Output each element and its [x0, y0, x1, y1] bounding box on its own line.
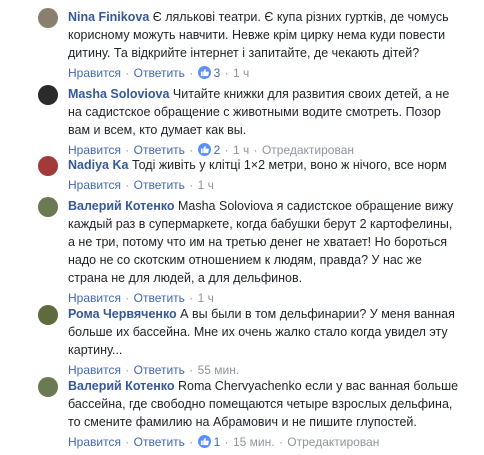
like-button[interactable]: Нравится	[68, 291, 121, 305]
comment-line: Тоді живіть у клітці 1×2 метри, воно ж н…	[131, 158, 447, 172]
comment-time[interactable]: 1 ч	[198, 291, 214, 305]
avatar[interactable]	[38, 8, 58, 28]
comment-line: Є лялькові театри. Є купа різних гуртків…	[152, 10, 449, 24]
avatar-image	[38, 377, 58, 397]
comment-line: больше их бассейна. Мне их очень жалко с…	[68, 325, 448, 339]
avatar-image	[38, 305, 58, 325]
avatar[interactable]	[38, 156, 58, 176]
comment-line: вам и всем, кто думает как вы.	[68, 123, 247, 137]
comment-actions: Нравится · Ответить · 3 · 1 ч	[68, 66, 250, 80]
avatar[interactable]	[38, 377, 58, 397]
avatar-image	[38, 156, 58, 176]
comment-author[interactable]: Валерий Котенко	[68, 199, 175, 213]
comment-time[interactable]: 15 мин.	[233, 435, 275, 449]
reply-button[interactable]: Ответить	[134, 178, 185, 192]
comment-line: надо не со скотским отношением к людям, …	[68, 253, 422, 267]
reply-button[interactable]: Ответить	[134, 143, 185, 157]
comment-text: Валерий Котенко Roma Chervyachenko если …	[68, 377, 466, 431]
comment-author[interactable]: Nadiya Ka	[68, 158, 128, 172]
reply-button[interactable]: Ответить	[134, 435, 185, 449]
comment-line: А вы были в том дельфинарии? У меня ванн…	[180, 307, 455, 321]
comment-time[interactable]: 1 ч	[233, 66, 249, 80]
comment-text: Nina Finikova Є лялькові театри. Є купа …	[68, 8, 466, 62]
comment-line: то смените фамилию на Абрамович и не пиш…	[68, 415, 417, 429]
comment-line: а не три, потому что им на третью денег …	[68, 235, 448, 249]
edited-label[interactable]: Отредактирован	[287, 435, 379, 449]
comment-time[interactable]: 55 мин.	[198, 363, 240, 377]
like-count[interactable]: 1	[214, 435, 221, 449]
comment-line: Читайте книжки для развития своих детей,…	[172, 87, 450, 101]
thumbs-up-icon	[197, 66, 211, 79]
comment-text: Валерий Котенко Masha Soloviova я садист…	[68, 197, 466, 287]
comment-author[interactable]: Masha Soloviova	[68, 87, 169, 101]
comments-list: Nina Finikova Є лялькові театри. Є купа …	[0, 0, 484, 455]
like-count[interactable]: 3	[214, 66, 221, 80]
comment-actions: Нравится · Ответить · 1 · 15 мин. · Отре…	[68, 435, 380, 449]
comment-line: Masha Soloviova я садистское обращение в…	[177, 199, 454, 213]
comment-line: корисному можуть навчити. Невже крім цир…	[68, 28, 446, 42]
comment-line: Roma Chervyachenko если у вас ванная бол…	[177, 379, 459, 393]
comment-author[interactable]: Валерий Котенко	[68, 379, 175, 393]
reply-button[interactable]: Ответить	[134, 291, 185, 305]
comment-text: Masha Soloviova Читайте книжки для разви…	[68, 85, 466, 139]
avatar[interactable]	[38, 85, 58, 105]
comment-actions: Нравится · Ответить · 1 ч	[68, 178, 214, 192]
comment-time[interactable]: 1 ч	[233, 143, 249, 157]
reply-button[interactable]: Ответить	[134, 363, 185, 377]
thumbs-up-icon	[197, 143, 211, 156]
avatar-image	[38, 8, 58, 28]
comment-line: на садистское обращение с животными води…	[68, 105, 441, 119]
like-button[interactable]: Нравится	[68, 435, 121, 449]
reply-button[interactable]: Ответить	[134, 66, 185, 80]
like-button[interactable]: Нравится	[68, 143, 121, 157]
comment-text: Рома Червяченко А вы были в том дельфина…	[68, 305, 466, 359]
avatar[interactable]	[38, 305, 58, 325]
like-button[interactable]: Нравится	[68, 363, 121, 377]
comment-line: картину...	[68, 343, 123, 357]
avatar-image	[38, 197, 58, 217]
like-count[interactable]: 2	[214, 143, 221, 157]
comment-line: бассейна, где свободно помещаются четыре…	[68, 397, 453, 411]
like-button[interactable]: Нравится	[68, 178, 121, 192]
comment-time[interactable]: 1 ч	[198, 178, 214, 192]
thumbs-up-icon	[197, 435, 211, 448]
avatar-image	[38, 85, 58, 105]
comment-author[interactable]: Nina Finikova	[68, 10, 149, 24]
comment-line: каждый раз в супермаркете, когда бабушки…	[68, 217, 453, 231]
comment-text: Nadiya Ka Тоді живіть у клітці 1×2 метри…	[68, 156, 466, 174]
edited-label[interactable]: Отредактирован	[262, 143, 354, 157]
like-button[interactable]: Нравится	[68, 66, 121, 80]
comment-line: страна не для людей, а для дельфинов.	[68, 271, 303, 285]
comment-author[interactable]: Рома Червяченко	[68, 307, 177, 321]
avatar[interactable]	[38, 197, 58, 217]
comment-line: дитину. Та відкрийте інтернет і запитайт…	[68, 46, 420, 60]
